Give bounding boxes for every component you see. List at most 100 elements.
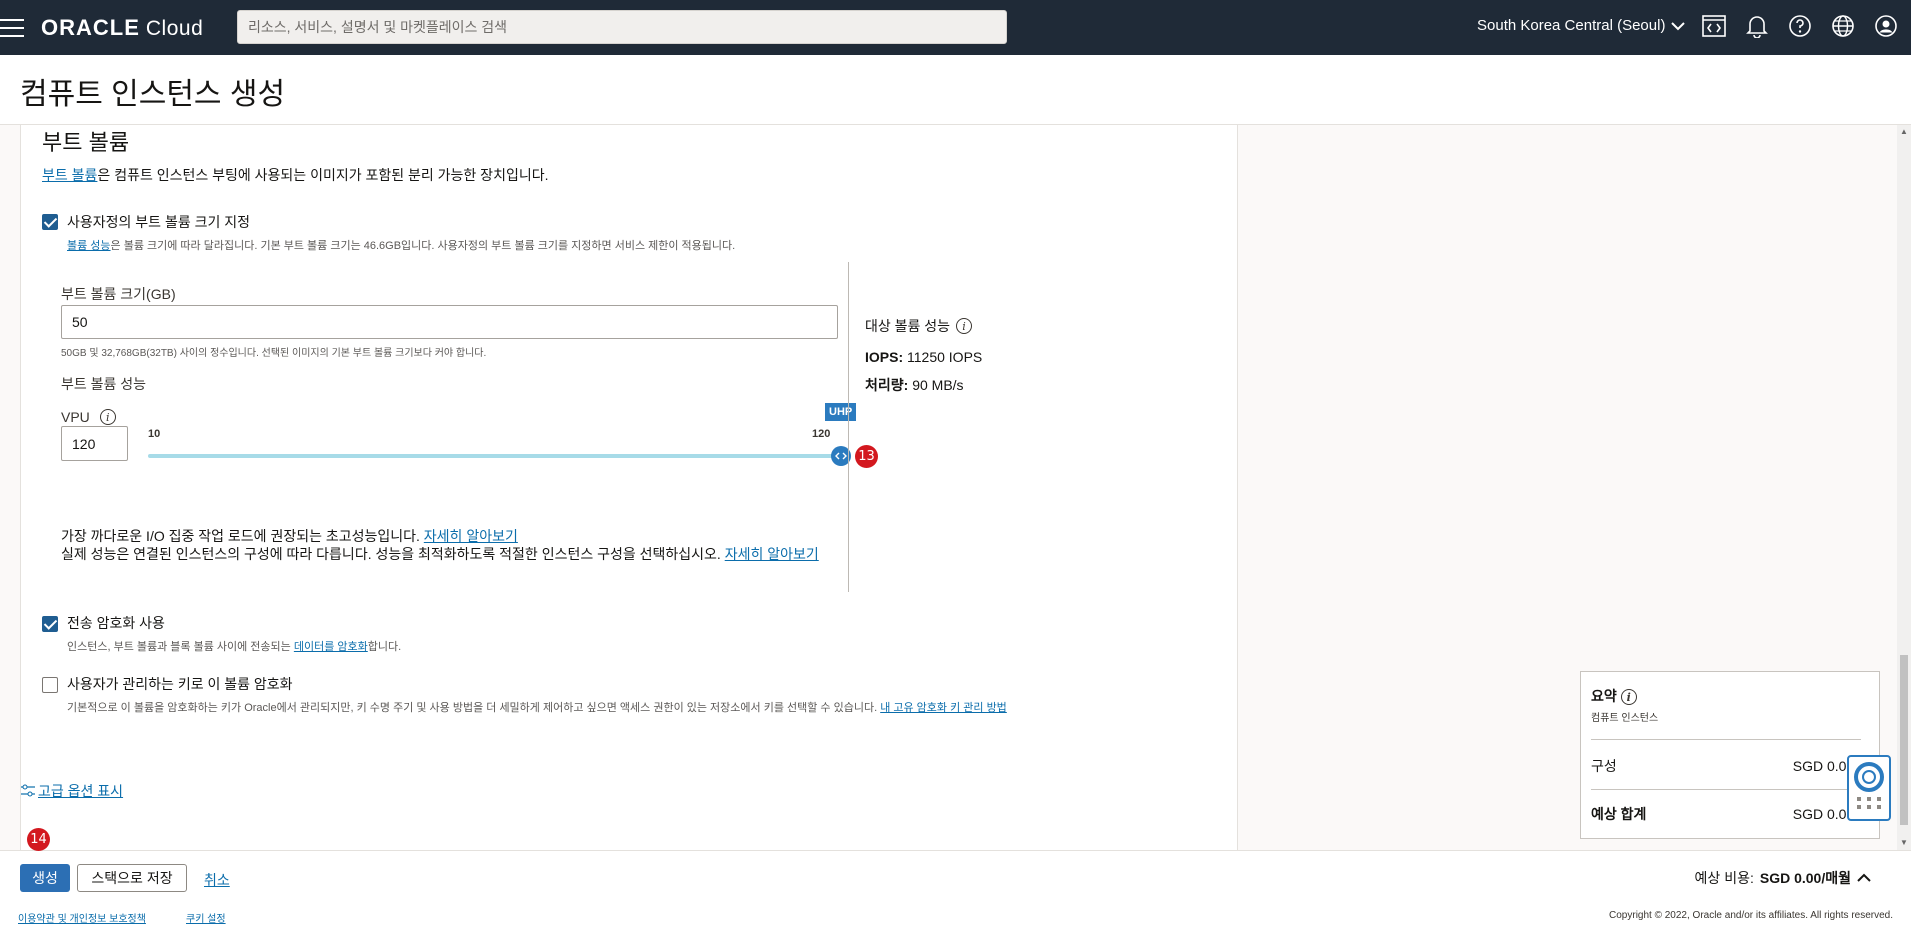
volume-performance-link[interactable]: 볼륨 성능: [67, 240, 111, 252]
perf-note-1-text: 가장 까다로운 I/O 집중 작업 로드에 권장되는 초고성능입니다.: [61, 528, 420, 544]
region-label: South Korea Central (Seoul): [1477, 17, 1666, 34]
throughput-row: 처리량: 90 MB/s: [865, 375, 964, 395]
save-as-stack-button[interactable]: 스택으로 저장: [77, 864, 187, 892]
action-bar: 14 생성 스택으로 저장 취소 예상 비용: SGD 0.00/매월: [0, 828, 1911, 902]
advanced-options-link[interactable]: 고급 옵션 표시: [38, 781, 123, 801]
config-label: 구성: [1591, 758, 1617, 774]
summary-title: 요약: [1591, 688, 1617, 704]
vertical-scrollbar[interactable]: ▲ ▼: [1897, 125, 1911, 850]
summary-title-row: 요약 i: [1591, 686, 1637, 706]
learn-more-link-1[interactable]: 자세히 알아보기: [424, 528, 518, 544]
throughput-value: 90 MB/s: [912, 377, 964, 393]
in-transit-encryption-label: 전송 암호화 사용: [67, 615, 165, 631]
terms-privacy-link[interactable]: 이용약관 및 개인정보 보호정책: [18, 910, 146, 925]
vpu-input[interactable]: 120: [61, 426, 128, 461]
info-icon[interactable]: i: [956, 318, 973, 334]
step-marker-14: 14: [27, 828, 50, 851]
divider: [848, 262, 849, 592]
step-marker-13: 13: [855, 445, 878, 468]
scroll-down-arrow[interactable]: ▼: [1900, 838, 1908, 847]
slider-arrows-icon: [835, 452, 847, 460]
bell-icon[interactable]: [1744, 13, 1770, 39]
section-title: 부트 볼륨: [42, 130, 130, 155]
boot-volume-size-input[interactable]: 50: [61, 305, 838, 339]
boot-volume-desc-text: 은 컴퓨트 인스턴스 부팅에 사용되는 이미지가 포함된 분리 가능한 장치입니…: [97, 167, 549, 183]
in-transit-encryption-help: 인스턴스, 부트 볼륨과 블록 볼륨 사이에 전송되는 데이터를 암호화합니다.: [67, 638, 401, 654]
cancel-link[interactable]: 취소: [204, 870, 230, 890]
estimated-cost-label: 예상 비용:: [1694, 870, 1754, 886]
scrollbar-thumb[interactable]: [1900, 655, 1908, 825]
vpu-slider-track[interactable]: [148, 454, 842, 458]
iops-label: IOPS:: [865, 349, 904, 365]
boot-volume-size-value: 50: [72, 314, 88, 330]
manage-keys-link[interactable]: 내 고유 암호화 키 관리 방법: [880, 702, 1007, 714]
transit-help-post: 합니다.: [367, 641, 402, 653]
uhp-badge: UHP: [825, 403, 857, 421]
menu-icon[interactable]: [0, 18, 24, 37]
in-transit-encryption-checkbox[interactable]: [42, 616, 58, 632]
cmk-help-text: 기본적으로 이 볼륨을 암호화하는 키가 Oracle에서 관리되지만, 키 수…: [67, 702, 878, 714]
perf-note-1: 가장 까다로운 I/O 집중 작업 로드에 권장되는 초고성능입니다. 자세히 …: [61, 526, 518, 546]
target-performance-label: 대상 볼륨 성능: [865, 318, 951, 334]
target-performance-title: 대상 볼륨 성능 i: [865, 316, 973, 336]
chevron-down-icon: [1671, 21, 1686, 30]
learn-more-link-2[interactable]: 자세히 알아보기: [725, 546, 819, 562]
search-input[interactable]: 리소스, 서비스, 설명서 및 마켓플레이스 검색: [237, 10, 1007, 44]
cookie-settings-link[interactable]: 쿠키 설정: [186, 910, 226, 925]
vpu-value: 120: [72, 435, 96, 452]
custom-size-help-text: 은 볼륨 크기에 따라 달라집니다. 기본 부트 볼륨 크기는 46.6GB입니…: [110, 240, 736, 252]
iops-row: IOPS: 11250 IOPS: [865, 349, 982, 365]
advanced-options-toggle[interactable]: 고급 옵션 표시: [20, 781, 123, 801]
help-icon[interactable]: [1787, 13, 1813, 39]
info-icon[interactable]: i: [99, 409, 116, 425]
summary-panel: 요약 i 컴퓨트 인스턴스 구성 SGD 0.00/마 예상 합계 SGD 0.…: [1580, 671, 1880, 839]
chevron-up-icon: [1857, 873, 1871, 882]
boot-volume-link[interactable]: 부트 볼륨: [42, 167, 97, 183]
slider-min-label: 10: [148, 428, 161, 440]
custom-size-label: 사용자정의 부트 볼륨 크기 지정: [67, 214, 250, 230]
info-icon[interactable]: i: [1620, 689, 1637, 706]
perf-note-2: 실제 성능은 연결된 인스턴스의 구성에 따라 다릅니다. 성능을 최적화하도록…: [61, 546, 841, 563]
help-lifebuoy-button[interactable]: [1847, 755, 1891, 821]
summary-total-row: 예상 합계 SGD 0.00/마: [1591, 804, 1871, 824]
summary-subtitle: 컴퓨트 인스턴스: [1591, 713, 1659, 724]
slider-max-label: 120: [812, 428, 831, 440]
iops-value: 11250 IOPS: [907, 349, 983, 365]
code-editor-icon[interactable]: [1701, 13, 1727, 39]
estimated-cost-value: SGD 0.00/매월: [1759, 870, 1851, 886]
globe-icon[interactable]: [1830, 13, 1856, 39]
page-footer: 이용약관 및 개인정보 보호정책 쿠키 설정 Copyright © 2022,…: [0, 902, 1911, 927]
boot-volume-size-label: 부트 볼륨 크기(GB): [61, 286, 176, 302]
oracle-cloud-logo[interactable]: ORACLE Cloud: [41, 15, 203, 41]
estimated-cost[interactable]: 예상 비용: SGD 0.00/매월: [1695, 868, 1871, 888]
divider: [1591, 789, 1861, 790]
vpu-label-row: VPU i: [61, 409, 116, 425]
transit-help-pre: 인스턴스, 부트 볼륨과 블록 볼륨 사이에 전송되는: [67, 641, 294, 653]
custom-size-checkbox[interactable]: [42, 214, 58, 230]
page-header: 컴퓨트 인스턴스 생성: [0, 55, 1911, 125]
divider: [1591, 739, 1861, 740]
customer-managed-key-checkbox[interactable]: [42, 677, 58, 693]
throughput-label: 처리량:: [865, 377, 909, 393]
custom-size-help: 볼륨 성능은 볼륨 크기에 따라 달라집니다. 기본 부트 볼륨 크기는 46.…: [67, 237, 735, 253]
vpu-label: VPU: [61, 409, 90, 425]
encrypt-data-link[interactable]: 데이터를 암호화: [294, 641, 368, 653]
search-placeholder: 리소스, 서비스, 설명서 및 마켓플레이스 검색: [248, 19, 508, 35]
customer-managed-key-label: 사용자가 관리하는 키로 이 볼륨 암호화: [67, 676, 293, 692]
region-selector[interactable]: South Korea Central (Seoul): [1477, 17, 1686, 34]
logo-brand: ORACLE: [41, 14, 140, 40]
summary-config-row: 구성 SGD 0.00/마: [1591, 756, 1871, 776]
boot-volume-size-hint: 50GB 및 32,768GB(32TB) 사이의 정수입니다. 선택된 이미지…: [61, 348, 487, 359]
create-button[interactable]: 생성: [20, 864, 70, 892]
page-title: 컴퓨트 인스턴스 생성: [20, 78, 286, 111]
boot-volume-performance-label: 부트 볼륨 성능: [61, 376, 147, 392]
lifebuoy-icon: [1854, 762, 1884, 809]
customer-managed-key-help: 기본적으로 이 볼륨을 암호화하는 키가 Oracle에서 관리되지만, 키 수…: [67, 699, 1007, 715]
copyright: Copyright © 2022, Oracle and/or its affi…: [1609, 910, 1893, 921]
user-icon[interactable]: [1873, 13, 1899, 39]
scroll-up-arrow[interactable]: ▲: [1900, 127, 1908, 136]
logo-product: Cloud: [145, 16, 204, 40]
top-navigation-bar: ORACLE Cloud 리소스, 서비스, 설명서 및 마켓플레이스 검색 S…: [0, 0, 1911, 55]
perf-note-2-text: 실제 성능은 연결된 인스턴스의 구성에 따라 다릅니다. 성능을 최적화하도록…: [61, 546, 721, 562]
boot-volume-description: 부트 볼륨은 컴퓨트 인스턴스 부팅에 사용되는 이미지가 포함된 분리 가능한…: [42, 165, 548, 185]
